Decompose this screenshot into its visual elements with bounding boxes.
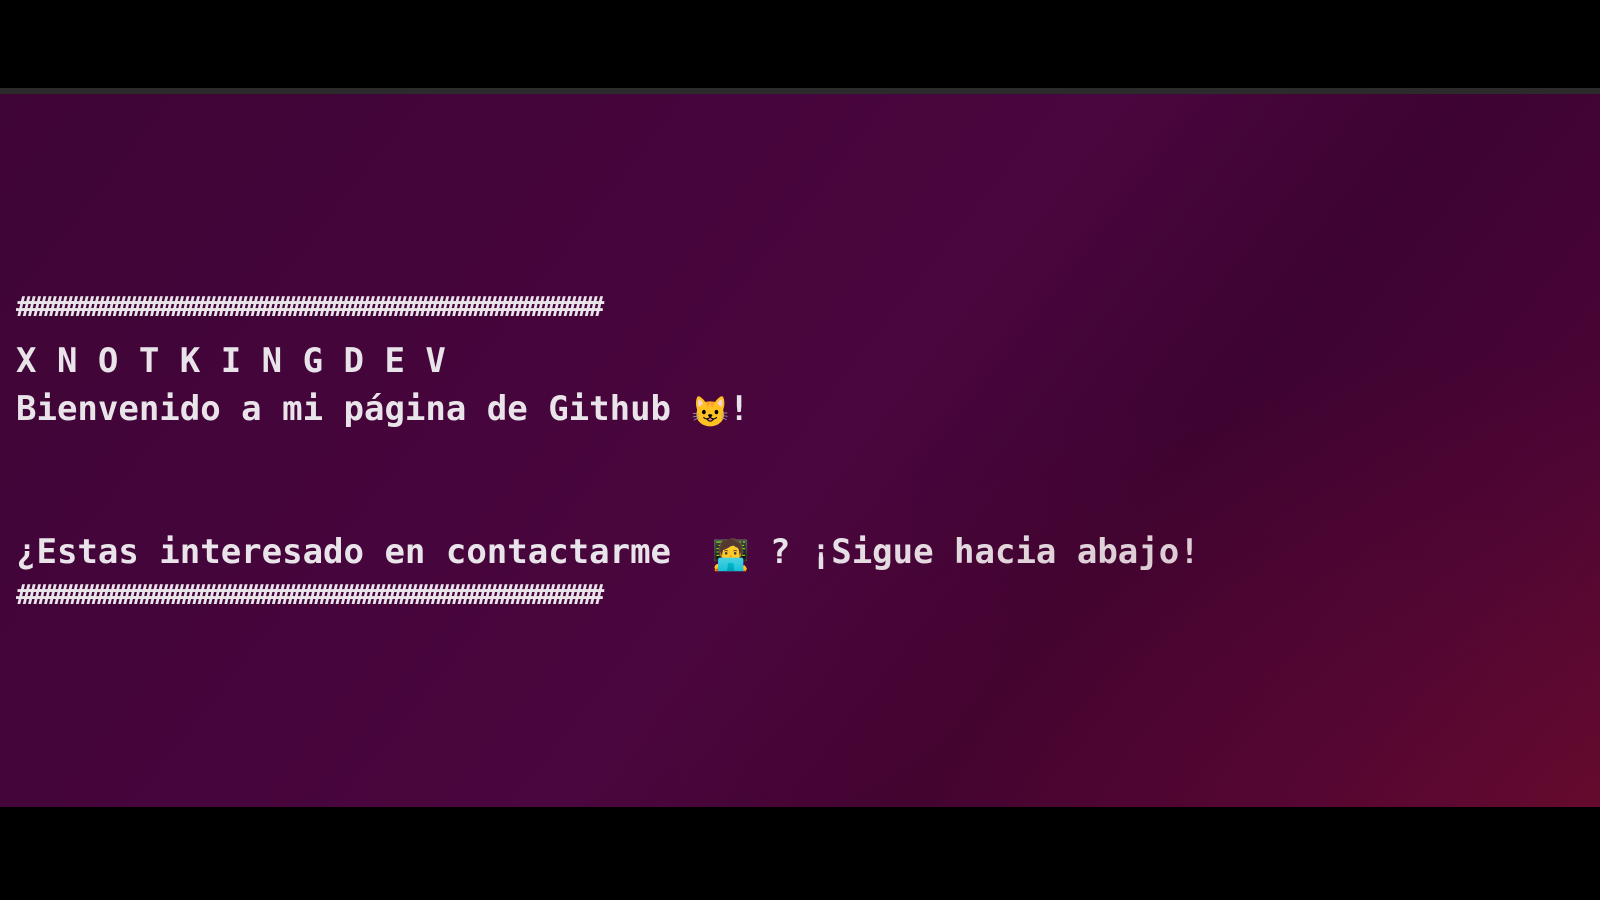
welcome-text: Bienvenido a mi página de Github <box>16 389 692 429</box>
top-black-bar <box>0 0 1600 88</box>
bottom-hash-border: ########################################… <box>16 579 604 612</box>
top-hash-border: ########################################… <box>16 291 604 324</box>
welcome-line: Bienvenido a mi página de Github 😺! <box>16 392 749 428</box>
contact-text: ¿Estas interesado en contactarme <box>16 532 712 572</box>
contact-suffix: ? ¡Sigue hacia abajo! <box>749 532 1200 572</box>
cat-face-icon: 😺 <box>691 395 729 430</box>
terminal-window: ########################################… <box>0 94 1600 807</box>
bottom-black-bar <box>0 807 1600 900</box>
terminal-title: X N O T K I N G D E V <box>16 341 446 381</box>
technologist-icon: 🧑‍💻 <box>711 538 750 573</box>
welcome-exclamation: ! <box>728 389 750 429</box>
screenshot-frame: ########################################… <box>0 0 1600 900</box>
contact-line: ¿Estas interesado en contactarme 🧑‍💻 ? ¡… <box>16 535 1200 571</box>
